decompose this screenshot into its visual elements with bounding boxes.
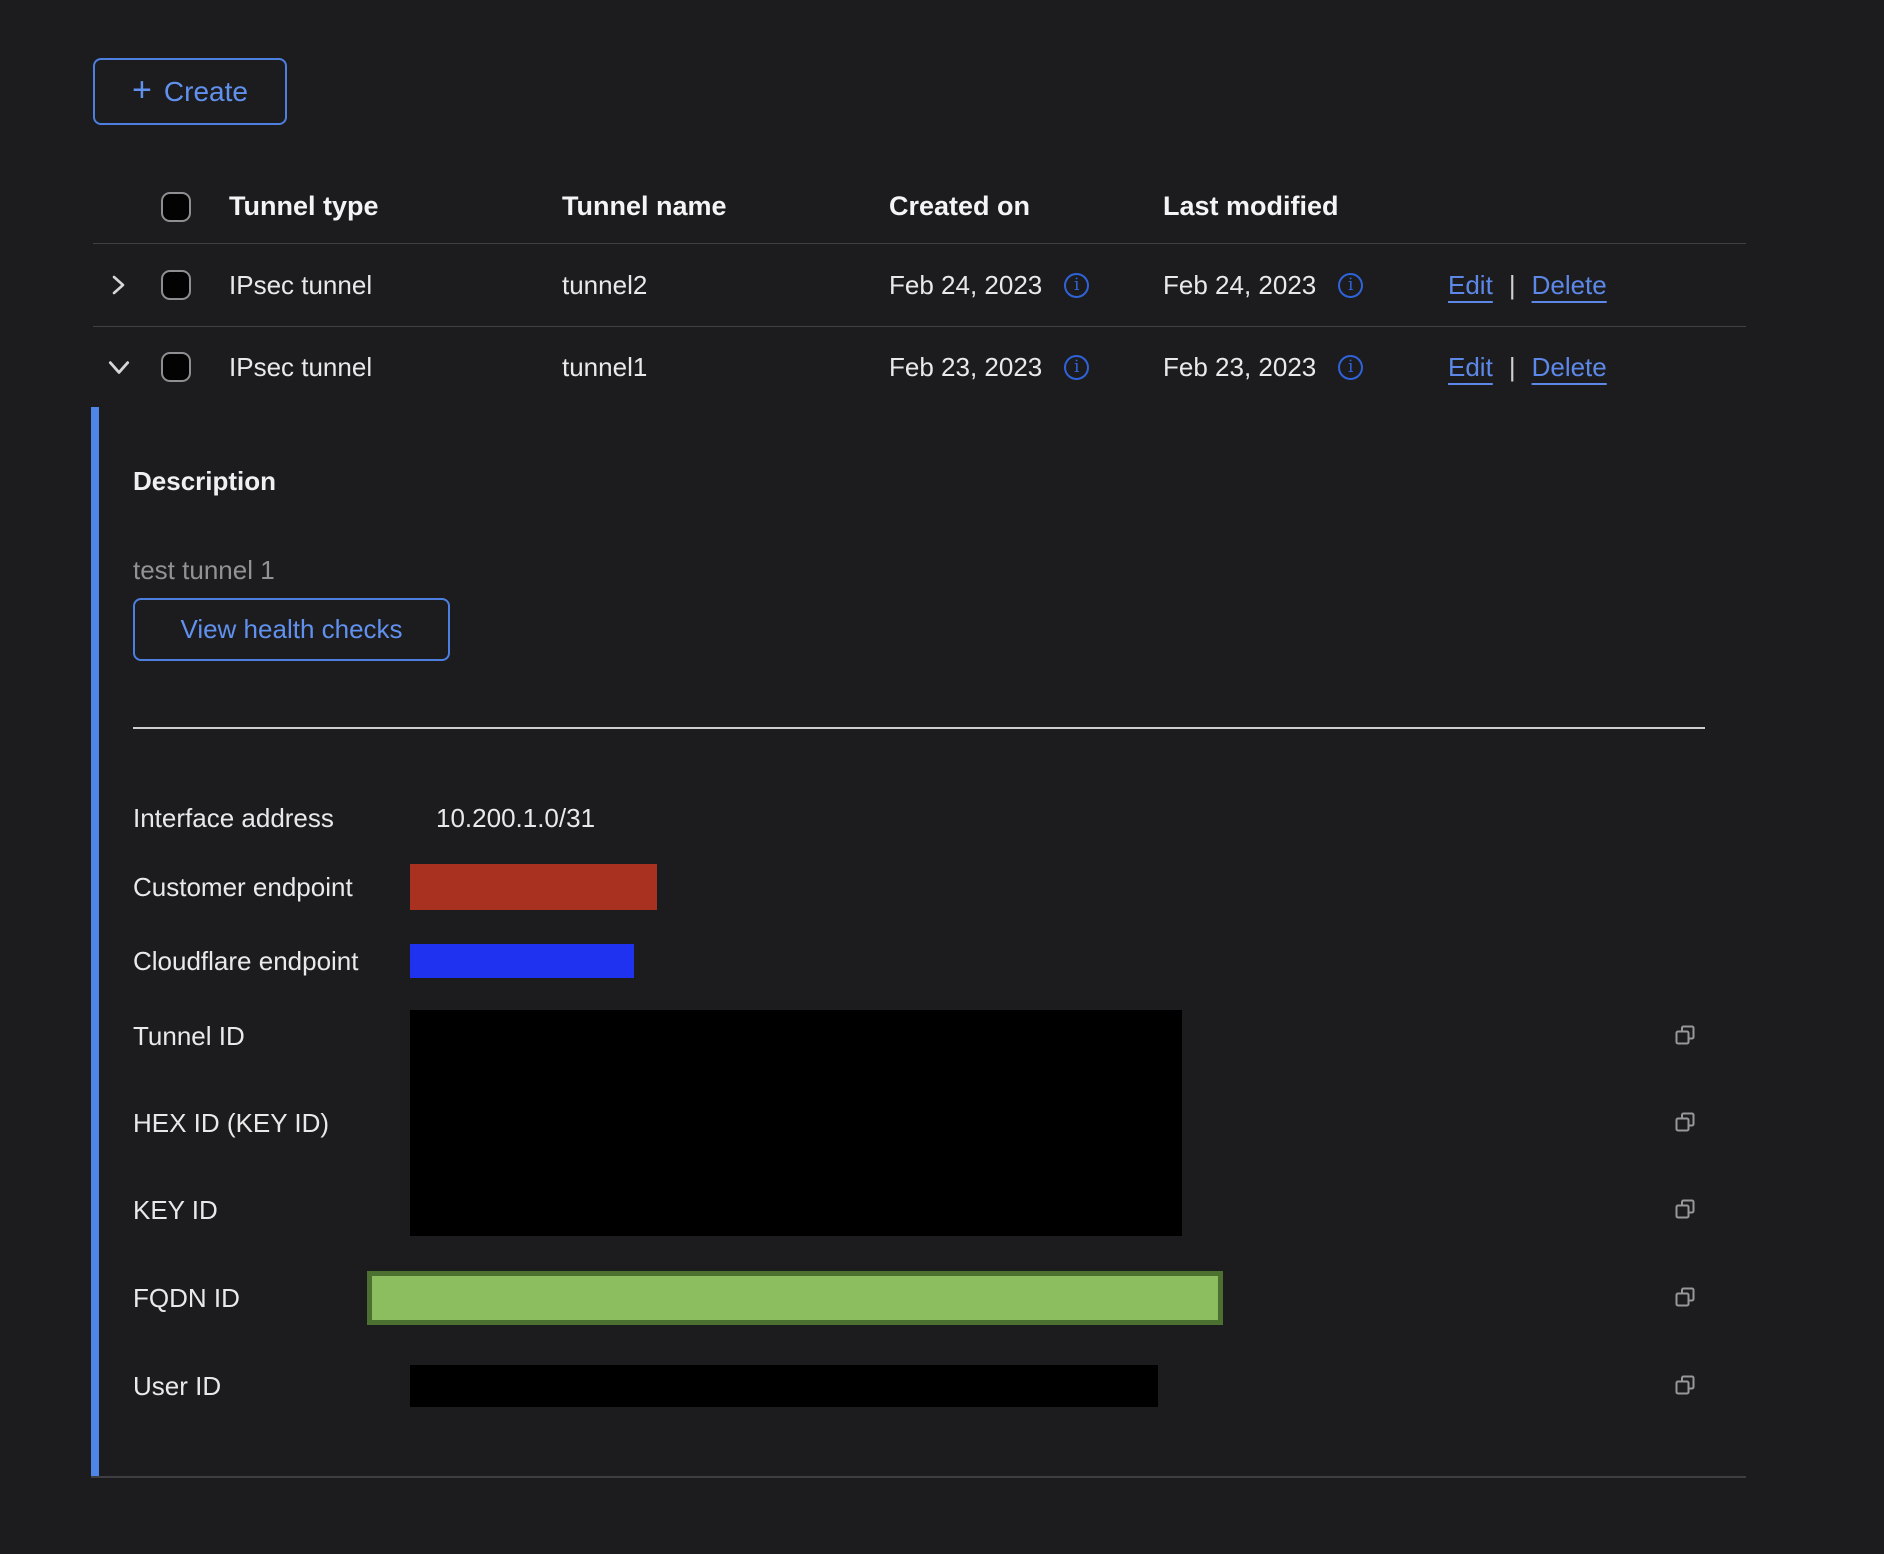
customer-endpoint-row: Customer endpoint bbox=[133, 864, 1696, 910]
chevron-right-icon bbox=[106, 273, 130, 297]
tunnel-type-cell: IPsec tunnel bbox=[229, 352, 562, 383]
cloudflare-endpoint-label: Cloudflare endpoint bbox=[133, 946, 410, 977]
cloudflare-endpoint-row: Cloudflare endpoint bbox=[133, 944, 1696, 978]
last-modified-cell: Feb 24, 2023 bbox=[1163, 270, 1316, 301]
row-checkbox[interactable] bbox=[161, 270, 191, 300]
chevron-down-icon bbox=[106, 354, 132, 380]
cloudflare-endpoint-redacted-value bbox=[410, 944, 634, 978]
info-icon[interactable]: i bbox=[1338, 355, 1363, 380]
id-group-row: Tunnel ID HEX ID (KEY ID) KEY ID bbox=[133, 1010, 1696, 1236]
column-header-tunnel-type: Tunnel type bbox=[229, 191, 562, 222]
description-value: test tunnel 1 bbox=[133, 554, 1696, 586]
tunnel-detail-panel: Description test tunnel 1 View health ch… bbox=[91, 407, 1746, 1476]
interface-address-value: 10.200.1.0/31 bbox=[436, 803, 595, 834]
select-all-checkbox[interactable] bbox=[161, 192, 191, 222]
fqdn-id-redacted-value bbox=[367, 1271, 1223, 1325]
tunnel-name-cell: tunnel2 bbox=[562, 270, 889, 301]
info-icon[interactable]: i bbox=[1064, 273, 1089, 298]
table-bottom-divider bbox=[91, 1476, 1746, 1478]
column-header-tunnel-name: Tunnel name bbox=[562, 191, 889, 222]
table-row: IPsec tunnel tunnel2 Feb 24, 2023 i Feb … bbox=[93, 244, 1746, 327]
delete-link[interactable]: Delete bbox=[1532, 352, 1607, 383]
interface-address-row: Interface address 10.200.1.0/31 bbox=[133, 792, 1696, 844]
tunnel-id-label: Tunnel ID bbox=[133, 1010, 410, 1062]
user-id-row: User ID bbox=[133, 1365, 1696, 1407]
section-divider bbox=[133, 727, 1705, 729]
info-icon[interactable]: i bbox=[1338, 273, 1363, 298]
interface-address-label: Interface address bbox=[133, 803, 410, 834]
action-separator: | bbox=[1509, 270, 1516, 301]
last-modified-cell: Feb 23, 2023 bbox=[1163, 352, 1316, 383]
expand-row-button[interactable] bbox=[93, 273, 161, 297]
created-on-cell: Feb 24, 2023 bbox=[889, 270, 1042, 301]
table-header-row: Tunnel type Tunnel name Created on Last … bbox=[93, 170, 1746, 244]
edit-link[interactable]: Edit bbox=[1448, 270, 1493, 301]
tunnel-name-cell: tunnel1 bbox=[562, 352, 889, 383]
collapse-row-button[interactable] bbox=[93, 354, 161, 380]
column-header-created-on: Created on bbox=[889, 191, 1163, 222]
tunnels-table: Tunnel type Tunnel name Created on Last … bbox=[93, 170, 1746, 407]
plus-icon: + bbox=[132, 73, 152, 107]
info-icon[interactable]: i bbox=[1064, 355, 1089, 380]
description-label: Description bbox=[133, 465, 1696, 497]
customer-endpoint-label: Customer endpoint bbox=[133, 872, 410, 903]
user-id-redacted-value bbox=[410, 1365, 1158, 1407]
id-group-redacted-value bbox=[410, 1010, 1182, 1236]
copy-icon[interactable] bbox=[1672, 1023, 1698, 1049]
row-checkbox[interactable] bbox=[161, 352, 191, 382]
customer-endpoint-redacted-value bbox=[410, 864, 657, 910]
copy-icon[interactable] bbox=[1672, 1285, 1698, 1311]
copy-icon[interactable] bbox=[1672, 1197, 1698, 1223]
column-header-last-modified: Last modified bbox=[1163, 191, 1448, 222]
create-button[interactable]: + Create bbox=[93, 58, 287, 125]
created-on-cell: Feb 23, 2023 bbox=[889, 352, 1042, 383]
tunnel-type-cell: IPsec tunnel bbox=[229, 270, 562, 301]
edit-link[interactable]: Edit bbox=[1448, 352, 1493, 383]
delete-link[interactable]: Delete bbox=[1532, 270, 1607, 301]
hex-id-label: HEX ID (KEY ID) bbox=[133, 1097, 410, 1149]
key-id-label: KEY ID bbox=[133, 1184, 410, 1236]
table-row: IPsec tunnel tunnel1 Feb 23, 2023 i Feb … bbox=[93, 327, 1746, 407]
create-button-label: Create bbox=[164, 76, 248, 108]
copy-icon[interactable] bbox=[1672, 1110, 1698, 1136]
view-health-checks-button[interactable]: View health checks bbox=[133, 598, 450, 661]
fqdn-id-row: FQDN ID bbox=[133, 1271, 1696, 1325]
copy-icon[interactable] bbox=[1672, 1373, 1698, 1399]
user-id-label: User ID bbox=[133, 1371, 410, 1402]
action-separator: | bbox=[1509, 352, 1516, 383]
page: + Create Tunnel type Tunnel name Created… bbox=[0, 58, 1884, 1554]
